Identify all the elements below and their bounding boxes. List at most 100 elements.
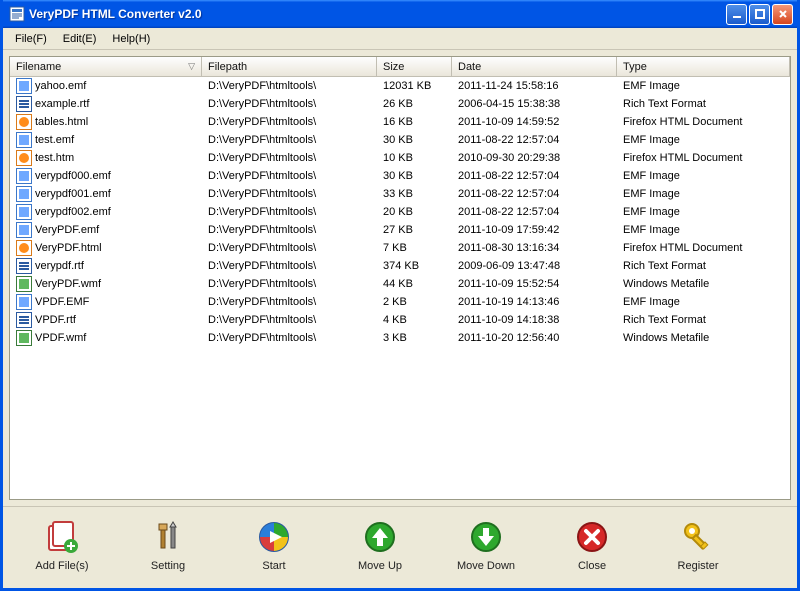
cell-size: 16 KB xyxy=(377,116,452,128)
cell-filepath: D:\VeryPDF\htmltools\ xyxy=(202,98,377,110)
rows-container: yahoo.emfD:\VeryPDF\htmltools\12031 KB20… xyxy=(10,77,790,347)
cell-size: 374 KB xyxy=(377,260,452,272)
cell-type: EMF Image xyxy=(617,80,790,92)
move-down-icon xyxy=(469,520,503,554)
menu-edit[interactable]: Edit(E) xyxy=(55,31,105,47)
cell-filename: verypdf002.emf xyxy=(35,206,111,218)
register-icon xyxy=(681,520,715,554)
cell-type: Firefox HTML Document xyxy=(617,116,790,128)
cell-date: 2011-08-22 12:57:04 xyxy=(452,206,617,218)
file-type-icon xyxy=(16,114,32,130)
table-row[interactable]: verypdf.rtfD:\VeryPDF\htmltools\374 KB20… xyxy=(10,257,790,275)
col-header-filepath[interactable]: Filepath xyxy=(202,57,377,76)
cell-type: Rich Text Format xyxy=(617,260,790,272)
table-row[interactable]: VPDF.rtfD:\VeryPDF\htmltools\4 KB2011-10… xyxy=(10,311,790,329)
cell-filepath: D:\VeryPDF\htmltools\ xyxy=(202,278,377,290)
close-button[interactable]: Close xyxy=(553,520,631,572)
move-up-icon xyxy=(363,520,397,554)
table-row[interactable]: verypdf001.emfD:\VeryPDF\htmltools\33 KB… xyxy=(10,185,790,203)
close-label: Close xyxy=(578,560,606,572)
close-window-button[interactable] xyxy=(772,4,793,25)
cell-filename: verypdf000.emf xyxy=(35,170,111,182)
setting-button[interactable]: Setting xyxy=(129,520,207,572)
table-row[interactable]: verypdf000.emfD:\VeryPDF\htmltools\30 KB… xyxy=(10,167,790,185)
cell-filename: VeryPDF.wmf xyxy=(35,278,101,290)
table-row[interactable]: example.rtfD:\VeryPDF\htmltools\26 KB200… xyxy=(10,95,790,113)
menubar: File(F) Edit(E) Help(H) xyxy=(3,28,797,50)
move-up-button[interactable]: Move Up xyxy=(341,520,419,572)
cell-type: Windows Metafile xyxy=(617,278,790,290)
col-header-size[interactable]: Size xyxy=(377,57,452,76)
register-button[interactable]: Register xyxy=(659,520,737,572)
table-row[interactable]: yahoo.emf D:\VeryPDF\htmltools\12031 KB20… xyxy=(10,77,790,95)
cell-type: EMF Image xyxy=(617,224,790,236)
add-files-button[interactable]: Add File(s) xyxy=(23,520,101,572)
cell-filepath: D:\VeryPDF\htmltools\ xyxy=(202,170,377,182)
cell-date: 2009-06-09 13:47:48 xyxy=(452,260,617,272)
cell-filepath: D:\VeryPDF\htmltools\ xyxy=(202,332,377,344)
cell-filepath: D:\VeryPDF\htmltools\ xyxy=(202,116,377,128)
table-row[interactable]: VPDF.EMFD:\VeryPDF\htmltools\2 KB2011-10… xyxy=(10,293,790,311)
cell-type: EMF Image xyxy=(617,206,790,218)
table-row[interactable]: verypdf002.emfD:\VeryPDF\htmltools\20 KB… xyxy=(10,203,790,221)
cell-date: 2011-08-22 12:57:04 xyxy=(452,170,617,182)
cell-size: 7 KB xyxy=(377,242,452,254)
cell-size: 4 KB xyxy=(377,314,452,326)
cell-filename: test.htm xyxy=(35,152,74,164)
table-row[interactable]: VeryPDF.htmlD:\VeryPDF\htmltools\7 KB201… xyxy=(10,239,790,257)
cell-type: EMF Image xyxy=(617,134,790,146)
table-row[interactable]: VeryPDF.emfD:\VeryPDF\htmltools\27 KB201… xyxy=(10,221,790,239)
maximize-button[interactable] xyxy=(749,4,770,25)
cell-filename: VeryPDF.emf xyxy=(35,224,99,236)
move-down-button[interactable]: Move Down xyxy=(447,520,525,572)
cell-type: EMF Image xyxy=(617,296,790,308)
cell-date: 2011-08-22 12:57:04 xyxy=(452,134,617,146)
table-row[interactable]: tables.htmlD:\VeryPDF\htmltools\16 KB201… xyxy=(10,113,790,131)
file-type-icon xyxy=(16,312,32,328)
register-label: Register xyxy=(678,560,719,572)
file-listview[interactable]: Filename ▽ Filepath Size Date Type yahoo… xyxy=(9,56,791,500)
file-type-icon xyxy=(16,330,32,346)
minimize-button[interactable] xyxy=(726,4,747,25)
menu-help[interactable]: Help(H) xyxy=(104,31,158,47)
app-icon xyxy=(9,6,25,22)
table-row[interactable]: test.htmD:\VeryPDF\htmltools\10 KB2010-0… xyxy=(10,149,790,167)
cell-size: 20 KB xyxy=(377,206,452,218)
cell-filename: VPDF.EMF xyxy=(35,296,89,308)
col-header-type[interactable]: Type xyxy=(617,57,790,76)
cell-date: 2011-11-24 15:58:16 xyxy=(452,80,617,92)
table-row[interactable]: VPDF.wmfD:\VeryPDF\htmltools\3 KB2011-10… xyxy=(10,329,790,347)
cell-filename: VeryPDF.html xyxy=(35,242,102,254)
titlebar[interactable]: VeryPDF HTML Converter v2.0 xyxy=(3,0,797,28)
cell-type: EMF Image xyxy=(617,188,790,200)
cell-date: 2011-10-09 14:18:38 xyxy=(452,314,617,326)
cell-filename: yahoo.emf xyxy=(35,80,86,92)
cell-size: 27 KB xyxy=(377,224,452,236)
col-header-filename[interactable]: Filename ▽ xyxy=(10,57,202,76)
cell-filename: tables.html xyxy=(35,116,88,128)
table-row[interactable]: VeryPDF.wmfD:\VeryPDF\htmltools\44 KB201… xyxy=(10,275,790,293)
cell-filepath: D:\VeryPDF\htmltools\ xyxy=(202,224,377,236)
file-type-icon xyxy=(16,204,32,220)
app-window: VeryPDF HTML Converter v2.0 File(F) Edit… xyxy=(0,0,800,591)
cell-size: 10 KB xyxy=(377,152,452,164)
move-up-label: Move Up xyxy=(358,560,402,572)
cell-type: Rich Text Format xyxy=(617,98,790,110)
start-button[interactable]: Start xyxy=(235,520,313,572)
menu-file[interactable]: File(F) xyxy=(7,31,55,47)
file-type-icon xyxy=(16,276,32,292)
cell-size: 12031 KB xyxy=(377,80,452,92)
cell-type: Rich Text Format xyxy=(617,314,790,326)
file-type-icon xyxy=(16,96,32,112)
table-row[interactable]: test.emfD:\VeryPDF\htmltools\30 KB2011-0… xyxy=(10,131,790,149)
cell-filepath: D:\VeryPDF\htmltools\ xyxy=(202,296,377,308)
cell-type: Firefox HTML Document xyxy=(617,152,790,164)
setting-icon xyxy=(151,520,185,554)
cell-filepath: D:\VeryPDF\htmltools\ xyxy=(202,188,377,200)
add-files-label: Add File(s) xyxy=(35,560,88,572)
col-header-date[interactable]: Date xyxy=(452,57,617,76)
file-type-icon xyxy=(16,222,32,238)
cell-filepath: D:\VeryPDF\htmltools\ xyxy=(202,80,377,92)
cell-size: 2 KB xyxy=(377,296,452,308)
sort-indicator-icon: ▽ xyxy=(188,61,195,72)
